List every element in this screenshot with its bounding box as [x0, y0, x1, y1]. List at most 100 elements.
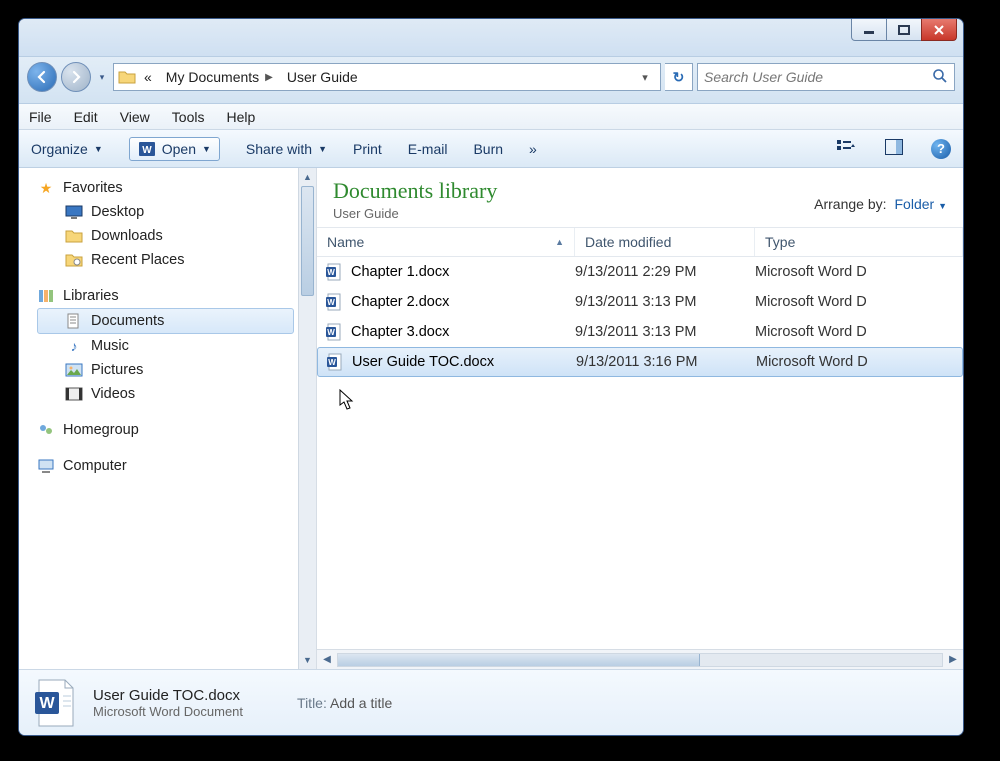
sort-asc-icon: ▲	[555, 237, 564, 247]
navpane-scrollbar[interactable]: ▲ ▼	[298, 168, 316, 669]
details-pane: W User Guide TOC.docx Microsoft Word Doc…	[19, 669, 963, 735]
titlebar[interactable]	[19, 19, 963, 57]
nav-label: Computer	[63, 458, 127, 474]
breadcrumb-userguide[interactable]: User Guide	[281, 67, 364, 87]
file-type: Microsoft Word D	[755, 294, 963, 310]
file-name: Chapter 3.docx	[351, 324, 575, 340]
email-button[interactable]: E-mail	[408, 141, 448, 157]
organize-button[interactable]: Organize ▼	[31, 141, 103, 157]
col-date[interactable]: Date modified	[575, 228, 755, 256]
file-row[interactable]: WChapter 3.docx9/13/2011 3:13 PMMicrosof…	[317, 317, 963, 347]
word-icon: W	[317, 263, 351, 281]
file-row[interactable]: WUser Guide TOC.docx9/13/2011 3:16 PMMic…	[317, 347, 963, 377]
file-type: Microsoft Word D	[755, 264, 963, 280]
menu-bar: File Edit View Tools Help	[19, 104, 963, 130]
file-date: 9/13/2011 3:13 PM	[575, 294, 755, 310]
back-button[interactable]	[27, 62, 57, 92]
menu-help[interactable]: Help	[226, 109, 255, 125]
breadcrumb-mydocs[interactable]: My Documents▶	[160, 67, 279, 87]
column-headers: Name ▲ Date modified Type	[317, 228, 963, 257]
col-label: Name	[327, 234, 364, 250]
share-button[interactable]: Share with▼	[246, 141, 327, 157]
computer-icon	[37, 457, 55, 475]
file-row[interactable]: WChapter 1.docx9/13/2011 2:29 PMMicrosof…	[317, 257, 963, 287]
mouse-cursor-icon	[339, 389, 357, 416]
nav-downloads[interactable]: Downloads	[37, 224, 316, 248]
nav-label: Downloads	[91, 228, 163, 244]
scroll-left-icon[interactable]: ◀	[317, 654, 337, 665]
favorites-label: Favorites	[63, 180, 123, 196]
menu-view[interactable]: View	[120, 109, 150, 125]
print-label: Print	[353, 141, 382, 157]
nav-label: Documents	[91, 313, 164, 329]
scroll-thumb[interactable]	[338, 654, 700, 666]
open-button[interactable]: W Open▼	[129, 137, 220, 161]
homegroup[interactable]: Homegroup	[37, 418, 316, 442]
nav-videos[interactable]: Videos	[37, 382, 316, 406]
nav-label: Videos	[91, 386, 135, 402]
maximize-button[interactable]	[886, 19, 922, 41]
details-title-label: Title:	[297, 695, 327, 711]
overflow-button[interactable]: »	[529, 141, 537, 157]
forward-button[interactable]	[61, 62, 91, 92]
help-button[interactable]: ?	[931, 139, 951, 159]
print-button[interactable]: Print	[353, 141, 382, 157]
horizontal-scrollbar[interactable]: ◀ ▶	[317, 649, 963, 669]
chevron-down-icon: ▼	[938, 201, 947, 211]
favorites-group[interactable]: ★Favorites	[37, 176, 316, 200]
library-subtitle: User Guide	[333, 206, 497, 221]
address-bar[interactable]: « My Documents▶ User Guide ▾	[113, 63, 661, 91]
scroll-right-icon[interactable]: ▶	[943, 654, 963, 665]
word-document-icon: W	[33, 678, 79, 728]
chevron-down-icon: ▼	[94, 144, 103, 154]
col-type[interactable]: Type	[755, 228, 963, 256]
menu-file[interactable]: File	[29, 109, 52, 125]
file-name: Chapter 2.docx	[351, 294, 575, 310]
nav-pictures[interactable]: Pictures	[37, 358, 316, 382]
scroll-down-icon[interactable]: ▼	[299, 651, 316, 669]
nav-label: Desktop	[91, 204, 144, 220]
close-icon	[933, 25, 945, 35]
menu-edit[interactable]: Edit	[74, 109, 98, 125]
scroll-thumb[interactable]	[301, 186, 314, 296]
organize-label: Organize	[31, 141, 88, 157]
nav-recent[interactable]: Recent Places	[37, 248, 316, 272]
search-placeholder: Search User Guide	[704, 69, 823, 85]
folder-icon	[65, 227, 83, 245]
search-input[interactable]: Search User Guide	[697, 63, 955, 91]
nav-desktop[interactable]: Desktop	[37, 200, 316, 224]
libraries-group[interactable]: Libraries	[37, 284, 316, 308]
file-row[interactable]: W Chapter 2.docx9/13/2011 3:13 PMMicrosof…	[317, 287, 963, 317]
nav-music[interactable]: ♪Music	[37, 334, 316, 358]
menu-tools[interactable]: Tools	[172, 109, 205, 125]
details-title-value: Add a title	[330, 695, 392, 711]
history-dropdown[interactable]: ▾	[95, 72, 109, 83]
file-type: Microsoft Word D	[756, 354, 962, 370]
file-date: 9/13/2011 2:29 PM	[575, 264, 755, 280]
nav-label: Music	[91, 338, 129, 354]
scroll-track[interactable]	[337, 653, 943, 667]
close-button[interactable]	[921, 19, 957, 41]
minimize-button[interactable]	[851, 19, 887, 41]
search-icon	[932, 68, 948, 87]
share-label: Share with	[246, 141, 312, 157]
arrange-by[interactable]: Arrange by: Folder ▼	[814, 178, 947, 212]
svg-text:W: W	[327, 298, 335, 307]
arrange-value: Folder	[895, 196, 935, 212]
burn-button[interactable]: Burn	[473, 141, 503, 157]
scroll-up-icon[interactable]: ▲	[299, 168, 316, 186]
word-icon: W	[317, 293, 351, 311]
nav-documents[interactable]: Documents	[37, 308, 294, 334]
word-icon: W	[317, 323, 351, 341]
view-mode-button[interactable]	[835, 139, 857, 158]
computer[interactable]: Computer	[37, 454, 316, 478]
back-arrow-icon	[35, 70, 49, 84]
col-name[interactable]: Name ▲	[317, 228, 575, 256]
refresh-button[interactable]: ↻	[665, 63, 693, 91]
chevron-right-icon: ▶	[263, 72, 273, 83]
details-title-field[interactable]: Title: Add a title	[297, 695, 392, 711]
breadcrumb-prefix[interactable]: «	[138, 67, 158, 87]
preview-pane-button[interactable]	[883, 139, 905, 158]
svg-text:W: W	[327, 268, 335, 277]
address-dropdown[interactable]: ▾	[634, 71, 656, 84]
